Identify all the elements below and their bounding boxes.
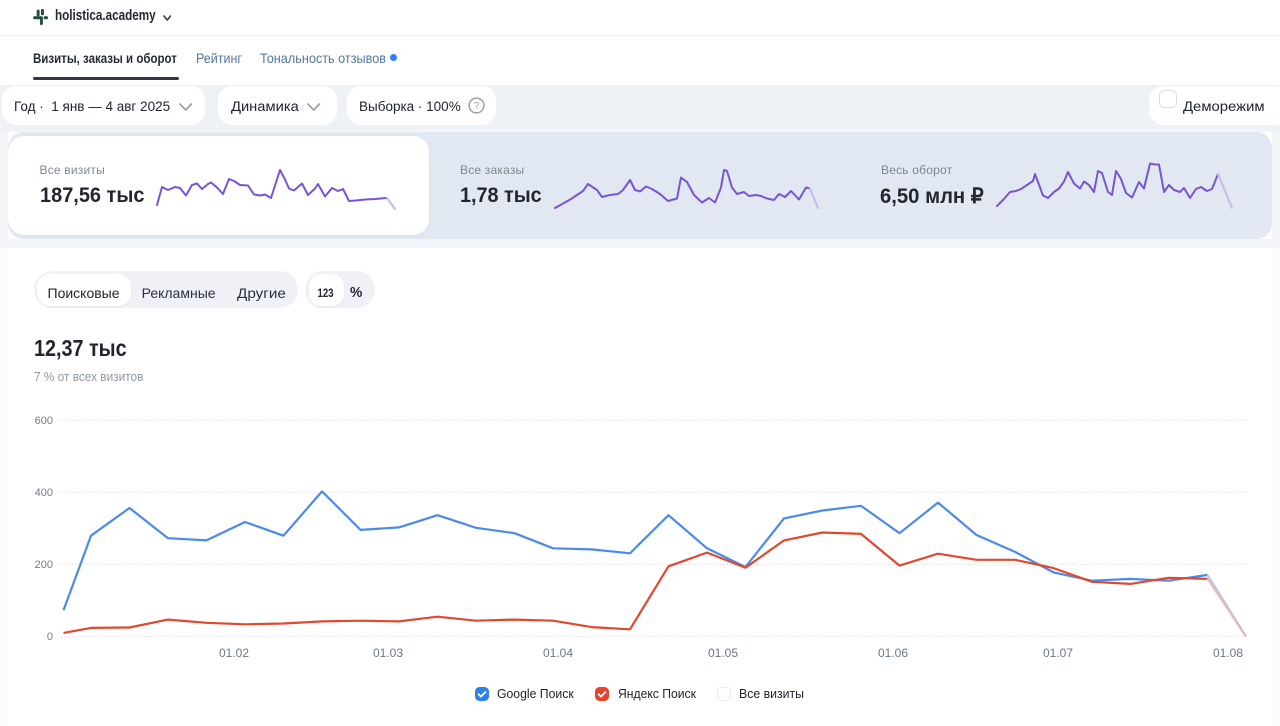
svg-text:?: ?: [474, 101, 480, 112]
